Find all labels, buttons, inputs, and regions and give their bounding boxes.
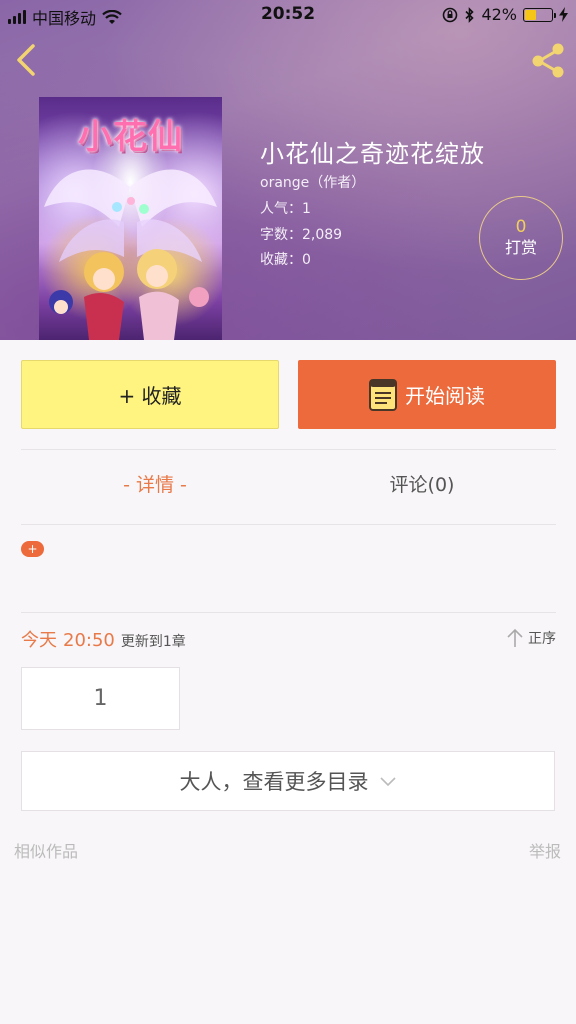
book-header: 中国移动 20:52 42% 小花仙 小花仙之奇迹花绽放 orange（作者） …: [0, 0, 576, 340]
add-favorite-button[interactable]: + 收藏: [21, 360, 279, 429]
divider: [21, 612, 556, 613]
battery-icon: [523, 7, 556, 22]
start-reading-button[interactable]: 开始阅读: [298, 360, 556, 429]
book-title: 小花仙之奇迹花绽放: [260, 140, 485, 168]
add-tag-button[interactable]: +: [21, 541, 44, 557]
reward-label: 打赏: [504, 238, 537, 257]
reward-count: 0: [515, 217, 527, 237]
book-author[interactable]: orange（作者）: [260, 172, 365, 192]
start-reading-label: 开始阅读: [405, 384, 485, 408]
update-time: 20:50: [63, 630, 115, 651]
bluetooth-icon: [465, 6, 475, 23]
tab-comments[interactable]: 评论(0): [288, 470, 556, 497]
update-day: 今天: [21, 630, 57, 651]
tab-detail[interactable]: - 详情 -: [21, 470, 289, 497]
sort-order-toggle[interactable]: 正序: [506, 628, 556, 648]
favorites-stat: 收藏：0: [260, 252, 311, 268]
cover-artwork: [44, 169, 217, 340]
chapter-item[interactable]: 1: [21, 667, 180, 730]
report-link[interactable]: 举报: [529, 838, 561, 862]
arrow-up-icon: [507, 628, 523, 647]
divider: [21, 524, 556, 525]
word-count-stat: 字数：2,089: [260, 227, 343, 243]
more-catalog-label: 大人，查看更多目录: [179, 770, 369, 794]
status-bar: 中国移动 20:52 42%: [0, 0, 576, 30]
book-cover-image[interactable]: 小花仙: [39, 97, 222, 340]
similar-works-heading: 相似作品: [14, 842, 79, 861]
share-icon[interactable]: [528, 40, 568, 80]
rotation-lock-icon: [443, 7, 458, 22]
update-text: 更新到1章: [120, 634, 186, 650]
battery-percent: 42%: [481, 5, 517, 24]
add-favorite-label: + 收藏: [118, 384, 182, 408]
reward-button[interactable]: 0 打赏: [479, 196, 563, 280]
more-catalog-button[interactable]: 大人，查看更多目录: [21, 751, 555, 811]
update-info: 今天 20:50 更新到1章: [21, 626, 186, 652]
charging-icon: [559, 7, 568, 22]
popularity-stat: 人气：1: [260, 201, 311, 217]
back-chevron-icon[interactable]: [10, 42, 46, 78]
battery-level: [525, 9, 536, 20]
chapter-number: 1: [93, 686, 108, 711]
divider: [21, 449, 556, 450]
chevron-down-icon: [379, 777, 396, 787]
sort-order-label: 正序: [528, 631, 556, 647]
book-icon: [369, 378, 397, 411]
status-right: 42%: [442, 5, 568, 24]
